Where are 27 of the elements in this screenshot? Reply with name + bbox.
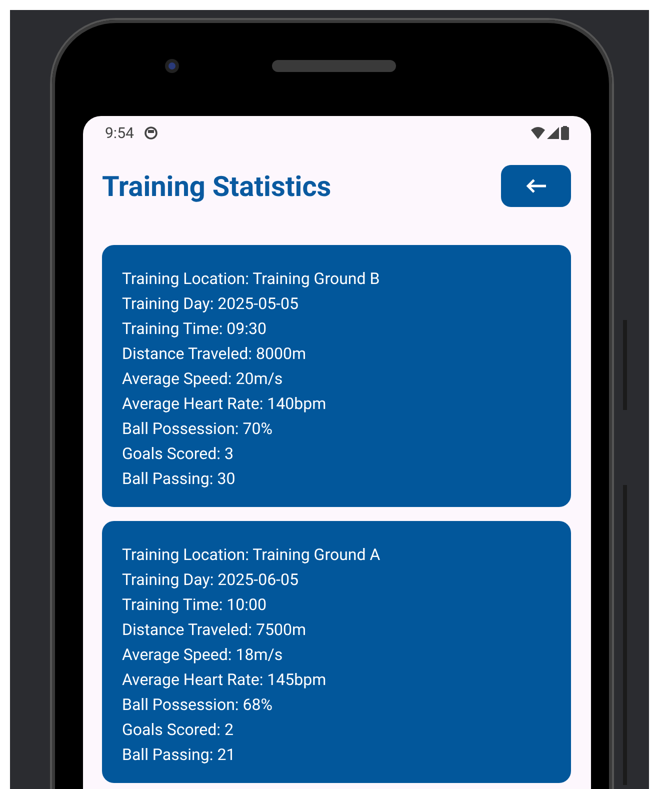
signal-icon: [547, 127, 559, 139]
back-button[interactable]: [501, 165, 571, 207]
stat-text: Average Speed: 20m/s: [122, 368, 284, 390]
stat-text: Average Heart Rate: 145bpm: [122, 669, 328, 691]
stat-text: Ball Possession: 70%: [122, 418, 274, 440]
back-arrow-icon: [525, 178, 547, 194]
stat-text: Ball Passing: 21: [122, 744, 236, 766]
stat-text: Training Day: 2025-05-05: [122, 293, 300, 315]
stat-text: Goals Scored: 2: [122, 719, 234, 741]
stat-text: Distance Traveled: 7500m: [122, 619, 307, 641]
camera-icon: [164, 58, 180, 74]
wifi-icon: [531, 127, 545, 139]
stat-text: Average Heart Rate: 140bpm: [122, 393, 328, 415]
stat-text: Goals Scored: 3: [122, 443, 234, 465]
stat-text: Training Time: 09:30: [122, 318, 268, 340]
stat-text: Training Time: 10:00: [122, 594, 268, 616]
stat-text: Training Location: Training Ground A: [122, 544, 382, 566]
page-title: Training Statistics: [102, 170, 332, 202]
stat-text: Training Location: Training Ground B: [122, 268, 381, 290]
battery-icon: [561, 126, 569, 140]
stat-text: Average Speed: 18m/s: [122, 644, 284, 666]
stat-text: Ball Possession: 68%: [122, 694, 274, 716]
stat-text: Ball Passing: 30: [122, 468, 236, 490]
notification-icon: [144, 126, 158, 140]
status-time: 9:54: [105, 124, 134, 142]
stat-text: Distance Traveled: 8000m: [122, 343, 307, 365]
stat-text: Training Day: 2025-06-05: [122, 569, 300, 591]
